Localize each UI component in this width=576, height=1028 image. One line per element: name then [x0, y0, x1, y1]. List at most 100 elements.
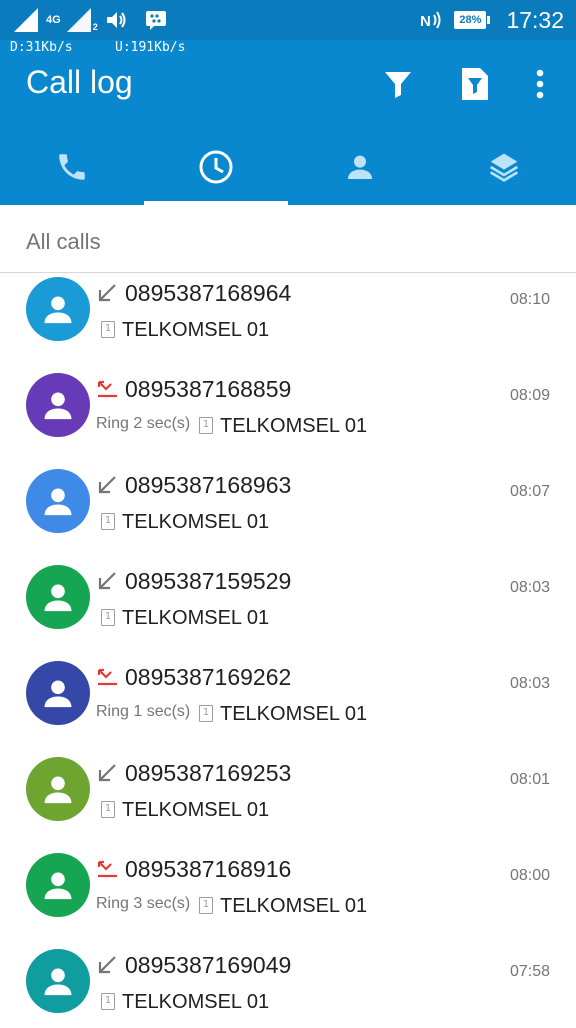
sim-card-icon: 1: [101, 321, 115, 338]
call-row[interactable]: 0895387169049 1 TELKOMSEL 01 07:58: [0, 932, 576, 1028]
page-title: Call log: [26, 64, 133, 100]
incoming-call-icon: [96, 570, 118, 592]
sim-card-icon: 1: [199, 705, 213, 722]
carrier-label: TELKOMSEL 01: [220, 703, 368, 725]
call-time: 08:09: [509, 387, 550, 404]
phone-number: 0895387168916: [125, 856, 292, 882]
missed-call-icon: [96, 858, 118, 880]
person-icon: [44, 392, 72, 420]
call-row[interactable]: 0895387168916 Ring 3 sec(s) 1 TELKOMSEL 01 0…: [0, 836, 576, 932]
missed-call-icon: [96, 666, 118, 688]
battery-indicator: 28%: [454, 11, 491, 29]
carrier-label: TELKOMSEL 01: [122, 607, 270, 629]
call-row[interactable]: 0895387168964 1 TELKOMSEL 01 08:10: [0, 260, 576, 356]
sim-card-icon: 1: [101, 801, 115, 818]
layers-icon: [489, 153, 519, 182]
tab-call-log[interactable]: [144, 128, 288, 205]
status-bar: 4G 2 N 28% 17:32: [0, 0, 576, 40]
sim-card-icon: 1: [101, 993, 115, 1010]
phone-number: 0895387169049: [125, 952, 292, 978]
carrier-label: TELKOMSEL 01: [220, 415, 368, 437]
avatar[interactable]: [26, 757, 90, 821]
incoming-call-icon: [96, 474, 118, 496]
call-time: 08:03: [509, 675, 550, 692]
call-row[interactable]: 0895387169262 Ring 1 sec(s) 1 TELKOMSEL 01 0…: [0, 644, 576, 740]
sim-filter-button[interactable]: [452, 62, 496, 106]
call-row[interactable]: 0895387169253 1 TELKOMSEL 01 08:01: [0, 740, 576, 836]
call-time: 08:00: [509, 867, 550, 884]
call-time: 07:58: [509, 963, 550, 980]
svg-text:N: N: [420, 13, 431, 30]
person-icon: [44, 968, 72, 996]
carrier-label: TELKOMSEL 01: [122, 799, 270, 821]
carrier-label: TELKOMSEL 01: [122, 319, 270, 341]
sim-card-icon: 1: [199, 417, 213, 434]
sim-filter-icon: [462, 68, 488, 100]
call-time: 08:07: [509, 483, 550, 500]
incoming-call-icon: [96, 762, 118, 784]
tab-dialer[interactable]: [0, 128, 144, 205]
tab-groups[interactable]: [432, 128, 576, 205]
more-options-button[interactable]: [518, 62, 562, 106]
carrier-label: TELKOMSEL 01: [122, 511, 270, 533]
network-type: 4G: [46, 14, 61, 26]
signal-icon: [14, 8, 38, 32]
avatar[interactable]: [26, 469, 90, 533]
sim-card-icon: 1: [101, 609, 115, 626]
call-row[interactable]: 0895387168963 1 TELKOMSEL 01 08:07: [0, 452, 576, 548]
ring-duration: Ring 3 sec(s): [96, 895, 191, 912]
status-right: N 28% 17:32: [420, 6, 564, 34]
person-icon: [44, 680, 72, 708]
signal-icon-sim2: [66, 8, 91, 32]
status-left: 4G 2: [14, 6, 168, 34]
ring-duration: Ring 1 sec(s): [96, 703, 191, 720]
nfc-icon: N: [420, 11, 441, 30]
tab-contacts[interactable]: [288, 128, 432, 205]
avatar[interactable]: [26, 277, 90, 341]
volume-icon: [106, 12, 126, 28]
call-time: 08:10: [509, 291, 550, 308]
phone-number: 0895387159529: [125, 568, 292, 594]
avatar[interactable]: [26, 373, 90, 437]
person-icon: [44, 584, 72, 612]
filter-button[interactable]: [376, 62, 420, 106]
incoming-call-icon: [96, 282, 118, 304]
person-icon: [44, 872, 72, 900]
status-clock: 17:32: [506, 6, 564, 33]
tab-bar: [0, 128, 576, 205]
avatar[interactable]: [26, 565, 90, 629]
sim-card-icon: 1: [101, 513, 115, 530]
sim2-label: 2: [92, 22, 98, 32]
phone-number: 0895387169253: [125, 760, 292, 786]
carrier-label: TELKOMSEL 01: [122, 991, 270, 1013]
call-row[interactable]: 0895387168859 Ring 2 sec(s) 1 TELKOMSEL 01 0…: [0, 356, 576, 452]
bbm-icon: [145, 11, 166, 30]
incoming-call-icon: [96, 954, 118, 976]
missed-call-icon: [96, 378, 118, 400]
ring-duration: Ring 2 sec(s): [96, 415, 191, 432]
upload-speed: U:191Kb/s: [115, 40, 186, 55]
section-label: All calls: [26, 229, 101, 254]
app-bar: 4G 2 N 28% 17:32 D:31Kb/s U:191Kb/s Call…: [0, 0, 576, 205]
sim-card-icon: 1: [199, 897, 213, 914]
call-row[interactable]: 0895387159529 1 TELKOMSEL 01 08:03: [0, 548, 576, 644]
phone-icon: [59, 153, 85, 180]
avatar[interactable]: [26, 661, 90, 725]
call-time: 08:03: [509, 579, 550, 596]
carrier-label: TELKOMSEL 01: [220, 895, 368, 917]
person-icon: [44, 296, 72, 324]
phone-number: 0895387168964: [125, 280, 292, 306]
download-speed: D:31Kb/s: [10, 40, 73, 55]
avatar[interactable]: [26, 949, 90, 1013]
avatar[interactable]: [26, 853, 90, 917]
phone-number: 0895387168859: [125, 376, 292, 402]
phone-number: 0895387168963: [125, 472, 292, 498]
clock-icon: [199, 150, 233, 183]
more-vert-icon: [536, 69, 544, 99]
filter-icon: [385, 72, 411, 98]
person-icon: [44, 776, 72, 804]
person-icon: [44, 488, 72, 516]
phone-number: 0895387169262: [125, 664, 292, 690]
person-icon: [348, 155, 372, 179]
call-time: 08:01: [509, 771, 550, 788]
